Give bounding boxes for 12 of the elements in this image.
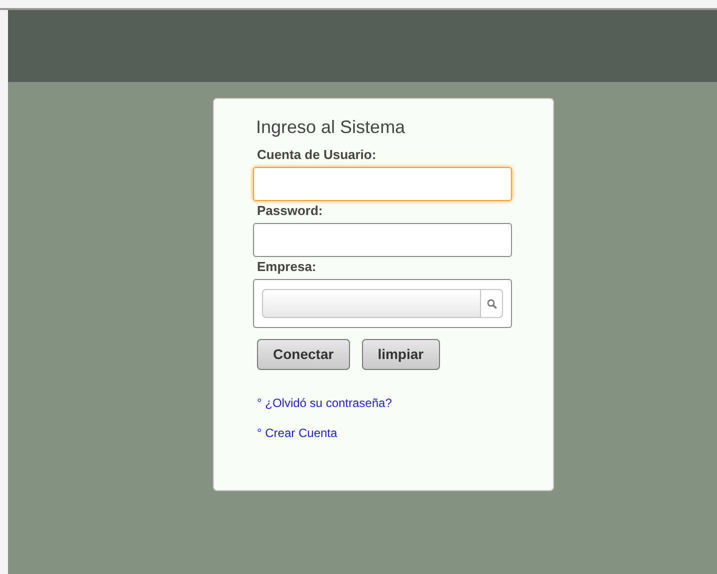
field-label: Password: (257, 202, 324, 220)
input-field[interactable] (253, 223, 512, 257)
search-field[interactable] (262, 289, 503, 318)
form-button[interactable]: limpiar (362, 339, 440, 370)
form-button[interactable]: Conectar (257, 339, 350, 370)
text-link[interactable]: ° Crear Cuenta (257, 424, 338, 442)
search-icon[interactable] (486, 298, 496, 308)
input-field[interactable] (253, 167, 512, 201)
field-label: Cuenta de Usuario: (257, 146, 378, 164)
text-link[interactable]: ° ¿Olvidó su contraseña? (257, 394, 392, 412)
login-title: Ingreso al Sistema (256, 116, 406, 139)
field-label: Empresa: (257, 258, 318, 276)
